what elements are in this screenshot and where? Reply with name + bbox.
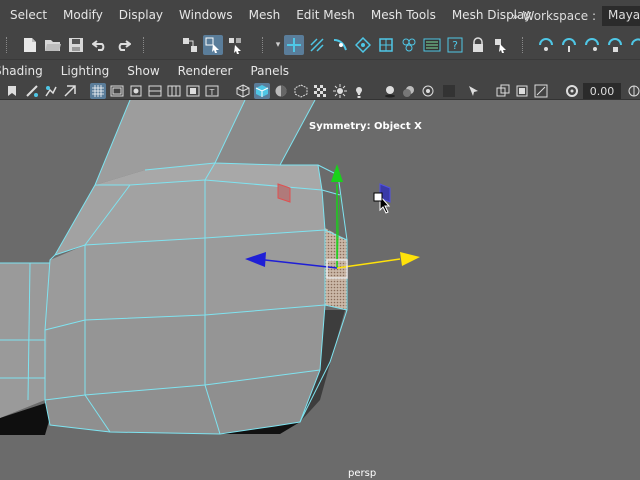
lighting-icon[interactable] (351, 83, 367, 99)
panel-toolbar: T 0.00 (0, 82, 640, 100)
wireframe-icon[interactable] (235, 83, 251, 99)
select-object-icon[interactable] (466, 83, 482, 99)
panel-menu-show[interactable]: Show (118, 64, 168, 78)
toolbar-separator (262, 37, 264, 53)
menu-mesh[interactable]: Mesh (241, 8, 289, 22)
workspace-dropdown[interactable]: Maya Classic (602, 6, 640, 26)
panel-menu-panels[interactable]: Panels (241, 64, 298, 78)
status-line-toolbar: ▾ ? (0, 30, 640, 60)
snap-curve-icon[interactable] (559, 35, 579, 55)
snap-view-plane-icon[interactable] (353, 35, 373, 55)
magnet-icon[interactable] (536, 35, 556, 55)
grid-icon[interactable] (166, 83, 182, 99)
film-gate-icon[interactable] (62, 83, 78, 99)
main-menu-bar: Select Modify Display Windows Mesh Edit … (0, 0, 640, 30)
3d-viewport[interactable]: Symmetry: Object X persp (0, 100, 640, 480)
xray-icon[interactable] (312, 83, 328, 99)
resolution-gate-icon[interactable] (533, 83, 549, 99)
svg-text:?: ? (452, 39, 458, 52)
lock-icon[interactable] (468, 35, 488, 55)
workspace-selector: » Workspace : Maya Classic (512, 6, 640, 26)
redo-icon[interactable] (113, 35, 133, 55)
menu-select[interactable]: Select (0, 8, 55, 22)
workspace-expand-icon[interactable]: » (512, 10, 519, 23)
menu-windows[interactable]: Windows (171, 8, 241, 22)
toolbar-separator (522, 37, 524, 53)
select-hierarchy-icon[interactable] (180, 35, 200, 55)
snap-point-icon[interactable] (330, 35, 350, 55)
help-icon[interactable]: ? (445, 35, 465, 55)
snap-view-plane-icon[interactable] (605, 35, 625, 55)
render-icon[interactable] (399, 35, 419, 55)
shadows-icon[interactable] (382, 83, 398, 99)
grid-icon[interactable] (90, 83, 106, 99)
isolate-icon[interactable] (420, 83, 436, 99)
textured-icon[interactable] (273, 83, 289, 99)
save-scene-icon[interactable] (66, 35, 86, 55)
snap-grid-icon[interactable] (284, 35, 304, 55)
snap-curve-icon[interactable] (307, 35, 327, 55)
snap-live-icon[interactable] (626, 35, 640, 55)
exposure-field[interactable]: 0.00 (583, 83, 621, 99)
menu-display[interactable]: Display (111, 8, 171, 22)
toolbar-separator (143, 37, 145, 53)
render-settings-icon[interactable] (564, 83, 580, 99)
panel-menu-shading[interactable]: Shading (0, 64, 52, 78)
menu-modify[interactable]: Modify (55, 8, 111, 22)
select-component-icon[interactable] (226, 35, 246, 55)
workspace-label: Workspace : (522, 9, 596, 23)
camera-attributes-icon[interactable] (626, 83, 640, 99)
resolution-gate-icon[interactable] (185, 83, 201, 99)
resolution-gate-icon[interactable] (128, 83, 144, 99)
render-settings-icon[interactable] (422, 35, 442, 55)
y-axis-arrow-icon[interactable] (331, 164, 343, 182)
snap-point-icon[interactable] (582, 35, 602, 55)
open-scene-icon[interactable] (43, 35, 63, 55)
pick-icon[interactable] (491, 35, 511, 55)
xray-icon[interactable] (441, 83, 457, 99)
snap-live-icon[interactable] (376, 35, 396, 55)
menu-mesh-tools[interactable]: Mesh Tools (363, 8, 444, 22)
symmetry-status-label: Symmetry: Object X (309, 121, 422, 132)
camera-attributes-icon[interactable] (43, 83, 59, 99)
select-object-icon[interactable] (203, 35, 223, 55)
new-scene-icon[interactable] (20, 35, 40, 55)
x-axis-arrow-icon[interactable] (400, 252, 420, 266)
xray-components-icon[interactable] (514, 83, 530, 99)
film-gate-icon[interactable] (147, 83, 163, 99)
undo-icon[interactable] (90, 35, 110, 55)
xray-joints-icon[interactable] (495, 83, 511, 99)
panel-menu-bar: Shading Lighting Show Renderer Panels (0, 60, 640, 82)
lighting-icon[interactable] (332, 83, 348, 99)
bookmark-icon[interactable] (4, 83, 20, 99)
film-gate-icon[interactable]: T (204, 83, 220, 99)
viewport-scene (0, 100, 420, 435)
film-gate-icon[interactable] (109, 83, 125, 99)
panel-menu-lighting[interactable]: Lighting (52, 64, 119, 78)
select-camera-icon[interactable] (24, 83, 40, 99)
camera-name-label: persp (348, 468, 377, 479)
selected-face (325, 228, 347, 310)
smooth-shade-icon[interactable] (254, 83, 270, 99)
toolbar-separator (6, 37, 8, 53)
textured-icon[interactable] (293, 83, 309, 99)
shadows-icon[interactable] (401, 83, 417, 99)
panel-menu-renderer[interactable]: Renderer (169, 64, 242, 78)
svg-text:T: T (209, 88, 215, 97)
menu-edit-mesh[interactable]: Edit Mesh (288, 8, 363, 22)
